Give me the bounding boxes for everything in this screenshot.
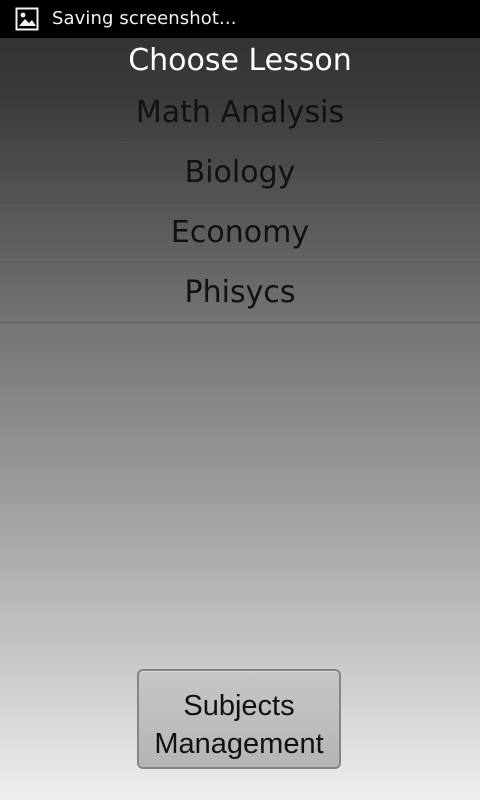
status-bar: Saving screenshot...: [0, 0, 480, 38]
lesson-item-math-analysis[interactable]: Math Analysis: [0, 83, 480, 143]
subjects-management-button[interactable]: Subjects Management: [137, 669, 341, 769]
image-icon: [15, 7, 39, 31]
lesson-item-economy[interactable]: Economy: [0, 203, 480, 263]
lesson-item-phisycs[interactable]: Phisycs: [0, 263, 480, 323]
status-message: Saving screenshot...: [52, 8, 237, 29]
lesson-item-biology[interactable]: Biology: [0, 143, 480, 203]
lesson-list: Math Analysis Biology Economy Phisycs: [0, 83, 480, 323]
page-title: Choose Lesson: [128, 43, 352, 78]
